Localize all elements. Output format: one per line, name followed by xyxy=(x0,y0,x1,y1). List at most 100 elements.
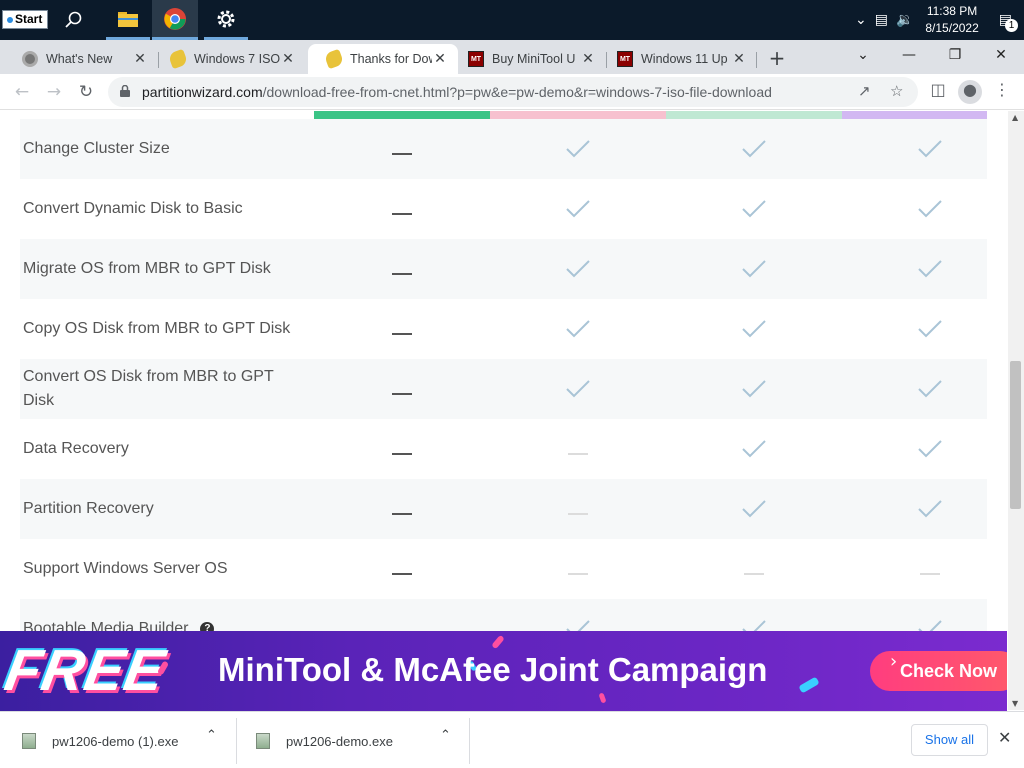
reload-icon[interactable]: ↻ xyxy=(74,80,98,104)
check-now-button[interactable]: › Check Now xyxy=(870,651,1007,691)
file-explorer-icon[interactable] xyxy=(106,0,150,40)
minimize-icon[interactable]: — xyxy=(886,40,932,70)
table-row: Migrate OS from MBR to GPT Disk xyxy=(20,239,987,299)
windows-favicon-icon xyxy=(167,48,189,70)
confetti-decoration xyxy=(491,634,505,650)
settings-gear-icon[interactable] xyxy=(204,0,248,40)
table-cell xyxy=(666,239,842,299)
chevron-up-icon[interactable]: ⌃ xyxy=(206,728,217,743)
back-arrow-icon[interactable]: ← xyxy=(10,80,34,104)
forward-arrow-icon[interactable]: → xyxy=(42,80,66,104)
lock-icon[interactable] xyxy=(120,85,130,97)
tab-whats-new[interactable]: What's New ✕ xyxy=(4,44,158,74)
table-row: Convert OS Disk from MBR to GPT Disk xyxy=(20,359,987,419)
clock[interactable]: 11:38 PM 8/15/2022 xyxy=(925,3,978,37)
checkmark-icon xyxy=(566,140,590,158)
confetti-decoration xyxy=(798,676,820,694)
scroll-up-arrow-icon[interactable]: ▲ xyxy=(1012,113,1018,122)
checkmark-icon xyxy=(742,140,766,158)
table-row: Convert Dynamic Disk to Basic xyxy=(20,179,987,239)
checkmark-icon xyxy=(918,200,942,218)
taskbar: Start ⌄ ▤ 🔉 11:38 PM 8/15/2022 ▤ 1 xyxy=(0,0,1024,40)
table-cell xyxy=(490,119,666,179)
feature-name: Migrate OS from MBR to GPT Disk xyxy=(23,239,303,299)
feature-label: Support Windows Server OS xyxy=(23,560,228,577)
table-cell xyxy=(842,119,1008,179)
tab-title: Thanks for Dow xyxy=(350,52,432,66)
share-icon[interactable]: ↗ xyxy=(858,82,871,100)
feature-name: Convert Dynamic Disk to Basic xyxy=(23,179,303,239)
chrome-icon[interactable] xyxy=(152,0,198,40)
dash-icon xyxy=(392,393,412,395)
page-scrollbar[interactable]: ▲ ▼ xyxy=(1008,111,1024,710)
menu-kebab-icon[interactable]: ⋮ xyxy=(990,80,1014,104)
table-cell xyxy=(490,299,666,359)
table-cell xyxy=(842,299,1008,359)
start-button[interactable]: Start xyxy=(2,10,48,29)
checkmark-icon xyxy=(918,500,942,518)
address-bar[interactable]: partitionwizard.com/download-free-from-c… xyxy=(108,77,918,107)
banner-title: MiniTool & McAfee Joint Campaign xyxy=(218,651,768,688)
download-filename: pw1206-demo.exe xyxy=(286,733,393,749)
plan-strip-pro xyxy=(490,111,666,119)
notification-icon[interactable]: ▤ 1 xyxy=(999,12,1018,32)
close-icon[interactable]: ✕ xyxy=(731,51,747,67)
restore-icon[interactable]: ❐ xyxy=(932,40,978,70)
close-icon[interactable]: ✕ xyxy=(998,728,1011,747)
start-label: Start xyxy=(15,12,43,26)
download-item[interactable]: pw1206-demo.exe xyxy=(256,718,393,764)
url-path: /download-free-from-cnet.html?p=pw&e=pw-… xyxy=(262,84,772,100)
close-icon[interactable]: ✕ xyxy=(132,51,148,67)
new-tab-plus-icon[interactable]: + xyxy=(766,46,788,70)
feature-name: Convert OS Disk from MBR to GPT Disk xyxy=(23,359,303,419)
checkmark-icon xyxy=(566,320,590,338)
close-icon[interactable]: ✕ xyxy=(580,51,596,67)
banner-free-text: FREE xyxy=(0,638,171,703)
dash-icon xyxy=(568,513,588,515)
side-panel-icon[interactable]: ◫ xyxy=(926,80,950,104)
download-item[interactable]: pw1206-demo (1).exe xyxy=(22,718,178,764)
feature-name: Change Cluster Size xyxy=(23,119,303,179)
table-cell xyxy=(490,359,666,419)
divider xyxy=(236,718,237,764)
profile-avatar-icon[interactable]: ● xyxy=(958,80,982,104)
tab-buy-minitool[interactable]: MT Buy MiniTool U ✕ xyxy=(458,44,606,74)
window-close-icon[interactable]: ✕ xyxy=(978,40,1024,70)
show-all-button[interactable]: Show all xyxy=(911,724,988,756)
tab-windows-11-upgrade[interactable]: MT Windows 11 Up ✕ xyxy=(607,44,757,74)
bookmark-star-icon[interactable]: ☆ xyxy=(890,82,903,100)
check-now-label: Check Now xyxy=(900,661,998,681)
system-tray: ⌄ ▤ 🔉 11:38 PM 8/15/2022 ▤ 1 xyxy=(851,0,1024,40)
tab-title: What's New xyxy=(46,52,113,66)
tab-thanks-for-download[interactable]: Thanks for Dow ✕ xyxy=(308,44,458,74)
scroll-down-arrow-icon[interactable]: ▼ xyxy=(1012,699,1018,708)
browser-toolbar: ← → ↻ partitionwizard.com/download-free-… xyxy=(0,74,1024,110)
checkmark-icon xyxy=(742,440,766,458)
feature-label: Migrate OS from MBR to GPT Disk xyxy=(23,260,271,277)
dash-icon xyxy=(568,453,588,455)
table-cell xyxy=(314,179,490,239)
table-cell xyxy=(314,299,490,359)
chevron-up-icon[interactable]: ⌃ xyxy=(440,728,451,743)
installer-file-icon xyxy=(22,733,36,749)
close-icon[interactable]: ✕ xyxy=(280,51,296,67)
checkmark-icon xyxy=(742,260,766,278)
table-cell xyxy=(314,479,490,539)
tab-search-chevron-icon[interactable]: ⌄ xyxy=(840,40,886,70)
promo-banner[interactable]: FREE MiniTool & McAfee Joint Campaign › C… xyxy=(0,631,1007,711)
table-cell xyxy=(842,539,1008,599)
network-icon[interactable]: ▤ xyxy=(875,12,888,28)
close-icon[interactable]: ✕ xyxy=(432,51,448,67)
table-cell xyxy=(666,299,842,359)
checkmark-icon xyxy=(918,320,942,338)
scroll-thumb[interactable] xyxy=(1010,361,1021,509)
table-cell xyxy=(490,239,666,299)
volume-icon[interactable]: 🔉 xyxy=(896,12,913,28)
table-cell xyxy=(314,539,490,599)
search-icon[interactable] xyxy=(52,0,96,40)
table-cell xyxy=(842,179,1008,239)
table-cell xyxy=(842,479,1008,539)
url-text[interactable]: partitionwizard.com/download-free-from-c… xyxy=(142,84,772,100)
chevron-up-icon[interactable]: ⌄ xyxy=(855,12,867,28)
tab-windows-7-iso[interactable]: Windows 7 ISO ✕ xyxy=(152,44,306,74)
